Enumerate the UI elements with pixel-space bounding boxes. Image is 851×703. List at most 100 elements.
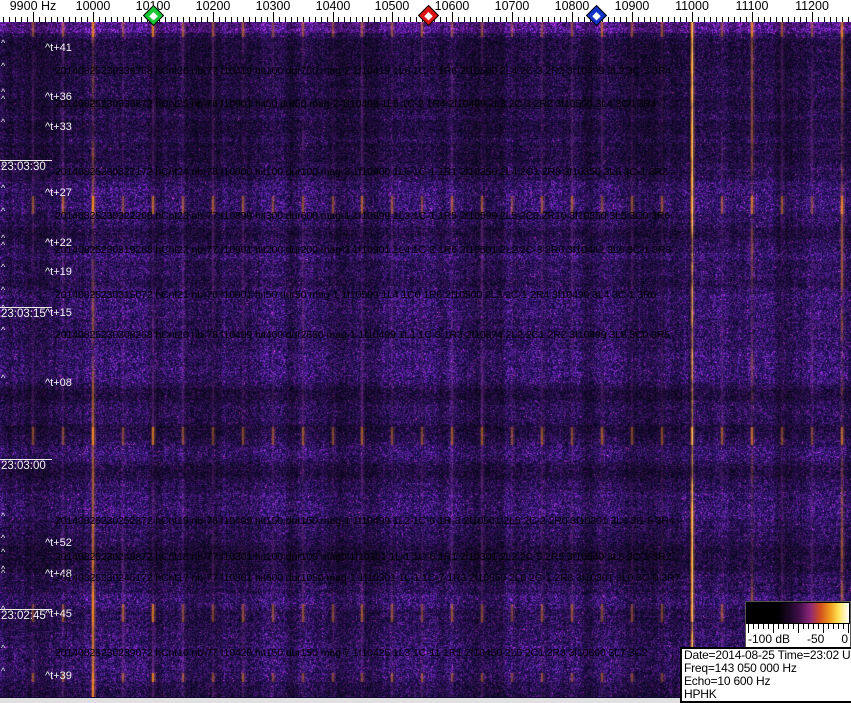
ruler-tick [818,17,819,22]
ruler-tick [291,17,292,22]
ruler-tick [183,17,184,22]
ruler-tick [836,17,837,22]
ruler-tick [752,12,753,22]
ruler-tick [27,17,28,22]
ruler-tick [243,17,244,22]
ruler-tick [249,17,250,22]
freq-tick-label: 10200 [195,0,231,13]
scale-tick [828,624,829,629]
ruler-tick [578,17,579,22]
ruler-tick [788,17,789,22]
ruler-tick [63,17,64,22]
ruler-tick [273,12,274,22]
color-scale-labels: -100 dB -50 0 [746,633,850,647]
ruler-tick [452,12,453,22]
ruler-tick [404,17,405,22]
ruler-tick [416,17,417,22]
spectrogram-waterfall[interactable] [0,22,851,697]
ruler-tick [734,17,735,22]
ruler-tick [476,17,477,22]
ruler-tick [117,17,118,22]
ruler-tick [135,17,136,22]
ruler-tick [518,17,519,22]
ruler-tick [812,12,813,22]
scale-tick [773,624,774,633]
freq-tick-label: 10000 [75,0,111,13]
ruler-tick [830,17,831,22]
ruler-tick [632,12,633,22]
ruler-tick [626,17,627,22]
freq-tick-label: 11200 [795,0,829,13]
ruler-tick [764,17,765,22]
ruler-tick [171,17,172,22]
ruler-tick [261,17,262,22]
ruler-tick [285,17,286,22]
ruler-tick [75,17,76,22]
ruler-tick [674,17,675,22]
scale-min-label: -100 dB [748,632,791,646]
scale-tick [793,624,794,629]
ruler-tick [219,17,220,22]
ruler-tick [524,17,525,22]
ruler-tick [69,17,70,22]
ruler-tick [350,17,351,22]
ruler-tick [644,17,645,22]
ruler-tick [9,17,10,22]
status-info-box: Date=2014-08-25 Time=23:02 UTC Freq=143 0… [680,647,851,703]
ruler-tick [111,17,112,22]
ruler-tick [93,12,94,22]
ruler-tick [548,17,549,22]
ruler-tick [656,17,657,22]
ruler-tick [638,17,639,22]
ruler-tick [482,17,483,22]
ruler-tick [728,17,729,22]
ruler-tick [57,17,58,22]
ruler-tick [800,17,801,22]
ruler-tick [506,17,507,22]
scale-tick [748,624,749,633]
ruler-tick [692,12,693,22]
scale-tick [808,624,809,629]
ruler-tick [45,17,46,22]
db-color-scale: -100 dB -50 0 [745,601,851,648]
scale-tick [763,624,764,629]
ruler-tick [165,17,166,22]
ruler-tick [650,17,651,22]
ruler-tick [662,17,663,22]
ruler-tick [201,17,202,22]
spectrogram-window: 9900 Hz100001010010200103001040010500106… [0,0,851,703]
ruler-tick [87,17,88,22]
ruler-tick [338,17,339,22]
ruler-tick [362,17,363,22]
ruler-tick [327,17,328,22]
ruler-tick [536,17,537,22]
freq-tick-label: 10500 [374,0,410,13]
ruler-tick [584,17,585,22]
scale-tick [848,624,849,633]
ruler-tick [488,17,489,22]
ruler-tick [333,12,334,22]
ruler-tick [141,17,142,22]
freq-tick-label: 10900 [614,0,650,13]
ruler-tick [554,17,555,22]
ruler-tick [530,17,531,22]
freq-tick-label: 11000 [675,0,709,13]
ruler-tick [716,17,717,22]
ruler-tick [380,17,381,22]
ruler-tick [231,17,232,22]
ruler-tick [15,17,16,22]
ruler-tick [410,17,411,22]
freq-tick-label: 10600 [434,0,470,13]
ruler-tick [356,17,357,22]
freq-tick-label: 10700 [494,0,530,13]
freq-tick-label: 10800 [554,0,590,13]
scale-tick [788,624,789,629]
color-scale-ticks [746,624,850,633]
ruler-tick [297,17,298,22]
freq-tick-label: 10400 [315,0,351,13]
ruler-tick [608,17,609,22]
ruler-tick [99,17,100,22]
ruler-tick [123,17,124,22]
ruler-tick [722,17,723,22]
ruler-tick [321,17,322,22]
